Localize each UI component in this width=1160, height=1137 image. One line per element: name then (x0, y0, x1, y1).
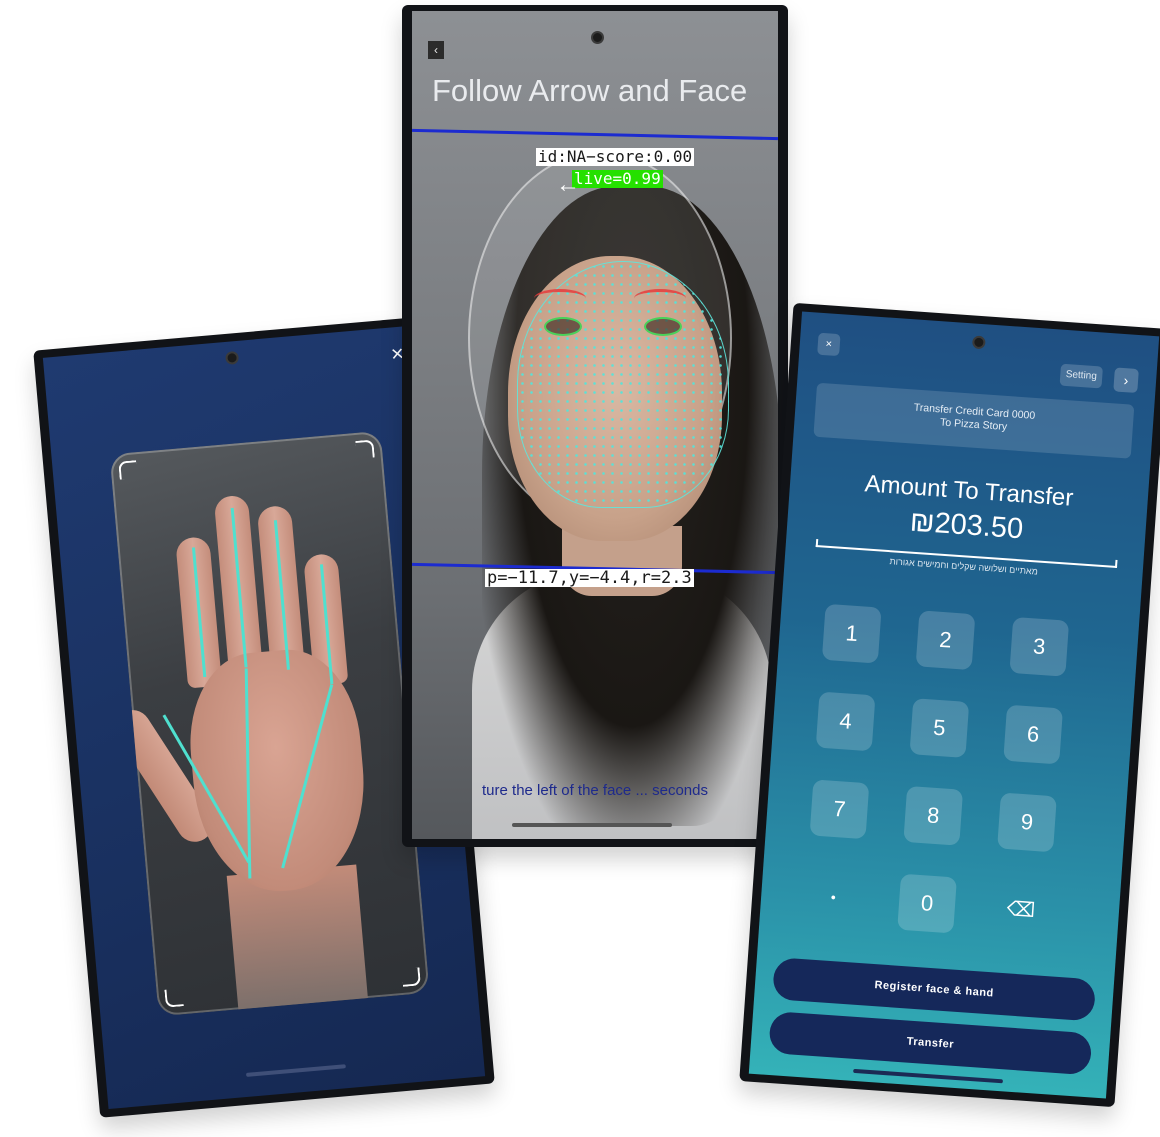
page-title: Follow Arrow and Face (432, 73, 748, 108)
corner-marker-icon (118, 460, 138, 480)
pose-guide-line-top (412, 128, 778, 141)
register-face-hand-button[interactable]: Register face & hand (772, 957, 1097, 1022)
instruction-line: ture the left of the face ... seconds (482, 782, 708, 799)
setting-button[interactable]: Setting (1059, 363, 1103, 389)
payment-screen: × Setting › Transfer Credit Card 0000 To… (748, 311, 1160, 1099)
back-button[interactable]: ‹ (428, 41, 444, 59)
payment-phone: × Setting › Transfer Credit Card 0000 To… (739, 302, 1160, 1108)
key-9[interactable]: 9 (997, 792, 1057, 853)
merchant-info: Transfer Credit Card 0000 To Pizza Story (813, 382, 1135, 459)
left-eye-landmark (544, 317, 582, 336)
arrow-left-icon: ← (556, 171, 580, 198)
key-7[interactable]: 7 (809, 779, 870, 840)
key-6[interactable]: 6 (1003, 704, 1064, 765)
front-camera-icon (225, 350, 240, 365)
liveness-score-label: live=0.99 (572, 169, 663, 188)
face-liveness-phone: ‹ Follow Arrow and Face id:NA−score:0.00… (402, 5, 788, 847)
id-score-label: id:NA−score:0.00 (536, 147, 695, 166)
home-indicator[interactable] (512, 823, 672, 827)
key-5[interactable]: 5 (909, 698, 970, 758)
key-4[interactable]: 4 (815, 691, 876, 752)
transfer-button[interactable]: Transfer (768, 1010, 1093, 1076)
key-0[interactable]: 0 (897, 873, 957, 934)
corner-marker-icon (401, 967, 421, 987)
right-eye-landmark (644, 317, 682, 336)
corner-marker-icon (164, 988, 184, 1008)
home-indicator[interactable] (245, 1064, 346, 1077)
home-indicator[interactable] (853, 1068, 1004, 1084)
head-pose-label: p=−11.7,y=−4.4,r=2.3 (485, 568, 694, 588)
key-2[interactable]: 2 (915, 610, 976, 671)
key-8[interactable]: 8 (903, 785, 964, 846)
key-1[interactable]: 1 (821, 603, 882, 664)
front-camera-icon (591, 31, 604, 44)
face-liveness-screen: ‹ Follow Arrow and Face id:NA−score:0.00… (412, 11, 778, 839)
backspace-icon[interactable]: ⌫ (991, 880, 1051, 940)
front-camera-icon (971, 335, 986, 350)
hand-camera-viewfinder (109, 430, 430, 1017)
close-button[interactable]: × (817, 332, 841, 357)
left-brow-landmark (534, 289, 586, 308)
corner-marker-icon (355, 439, 375, 459)
palm-image (182, 644, 373, 898)
instruction-text: ture the left of the face ... seconds (412, 781, 778, 801)
key-3[interactable]: 3 (1009, 616, 1070, 677)
key-decimal[interactable]: • (803, 867, 863, 927)
right-brow-landmark (634, 289, 686, 308)
next-button[interactable]: › (1113, 367, 1139, 394)
